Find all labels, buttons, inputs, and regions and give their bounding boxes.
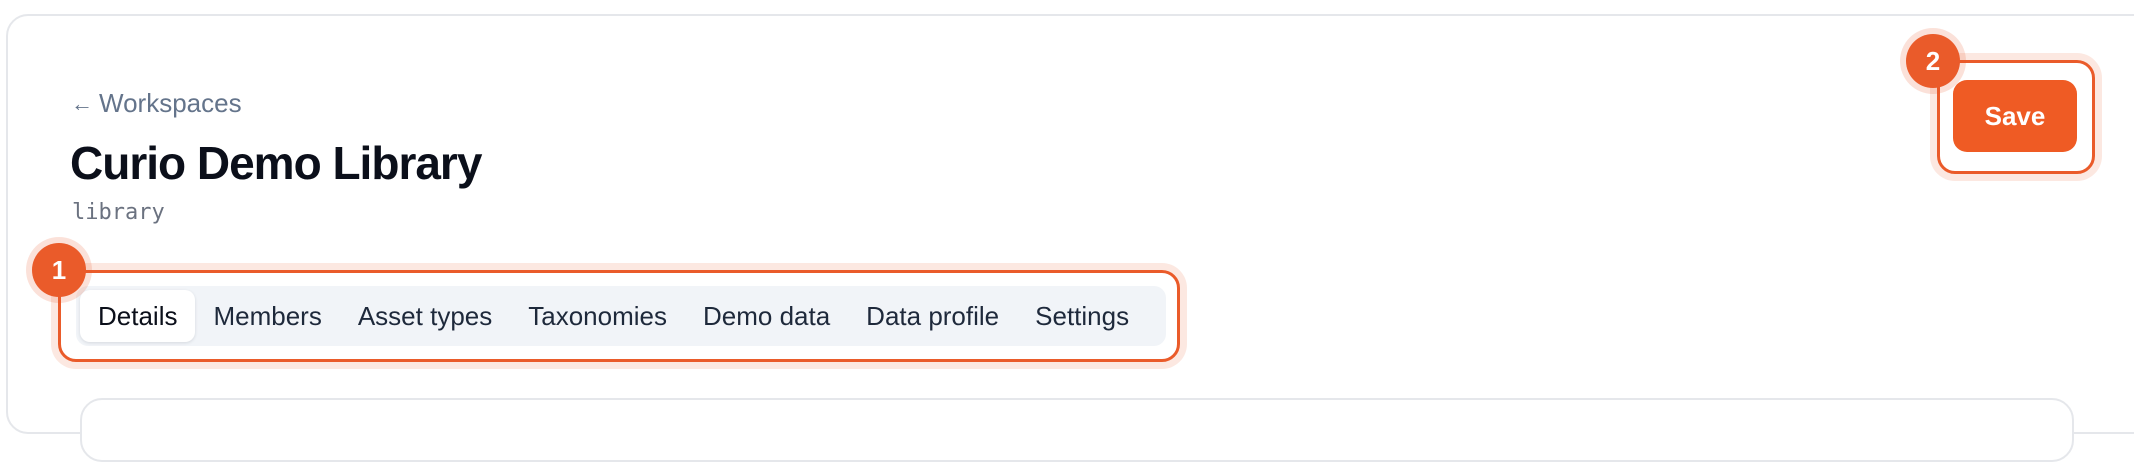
tab-label: Taxonomies xyxy=(528,300,667,331)
tab-taxonomies[interactable]: Taxonomies xyxy=(510,290,685,342)
tab-data-profile[interactable]: Data profile xyxy=(848,290,1017,342)
workspace-panel xyxy=(6,14,2134,434)
tab-label: Data profile xyxy=(866,300,1000,331)
back-link-label: Workspaces xyxy=(99,88,242,118)
workspace-slug: library xyxy=(72,200,165,225)
tab-label: Demo data xyxy=(702,300,831,331)
tab-label: Asset types xyxy=(357,300,493,331)
tab-demo-data[interactable]: Demo data xyxy=(685,290,848,342)
tab-members[interactable]: Members xyxy=(195,290,339,342)
tab-label: Members xyxy=(213,300,322,331)
back-to-workspaces-link[interactable]: ← Workspaces xyxy=(71,88,242,119)
annotation-marker-2: 2 xyxy=(1906,34,1960,88)
tab-label: Settings xyxy=(1035,300,1130,331)
tab-details[interactable]: Details xyxy=(80,290,196,342)
details-content-card xyxy=(80,398,2074,462)
arrow-left-icon: ← xyxy=(71,90,93,116)
save-button[interactable]: Save xyxy=(1953,80,2077,152)
workspace-tabs: Details Members Asset types Taxonomies D… xyxy=(76,286,1166,346)
page-title: Curio Demo Library xyxy=(70,137,482,189)
tab-label: Details xyxy=(98,300,178,331)
tab-asset-types[interactable]: Asset types xyxy=(340,290,510,342)
tab-settings[interactable]: Settings xyxy=(1017,290,1147,342)
annotation-marker-1: 1 xyxy=(32,243,86,297)
